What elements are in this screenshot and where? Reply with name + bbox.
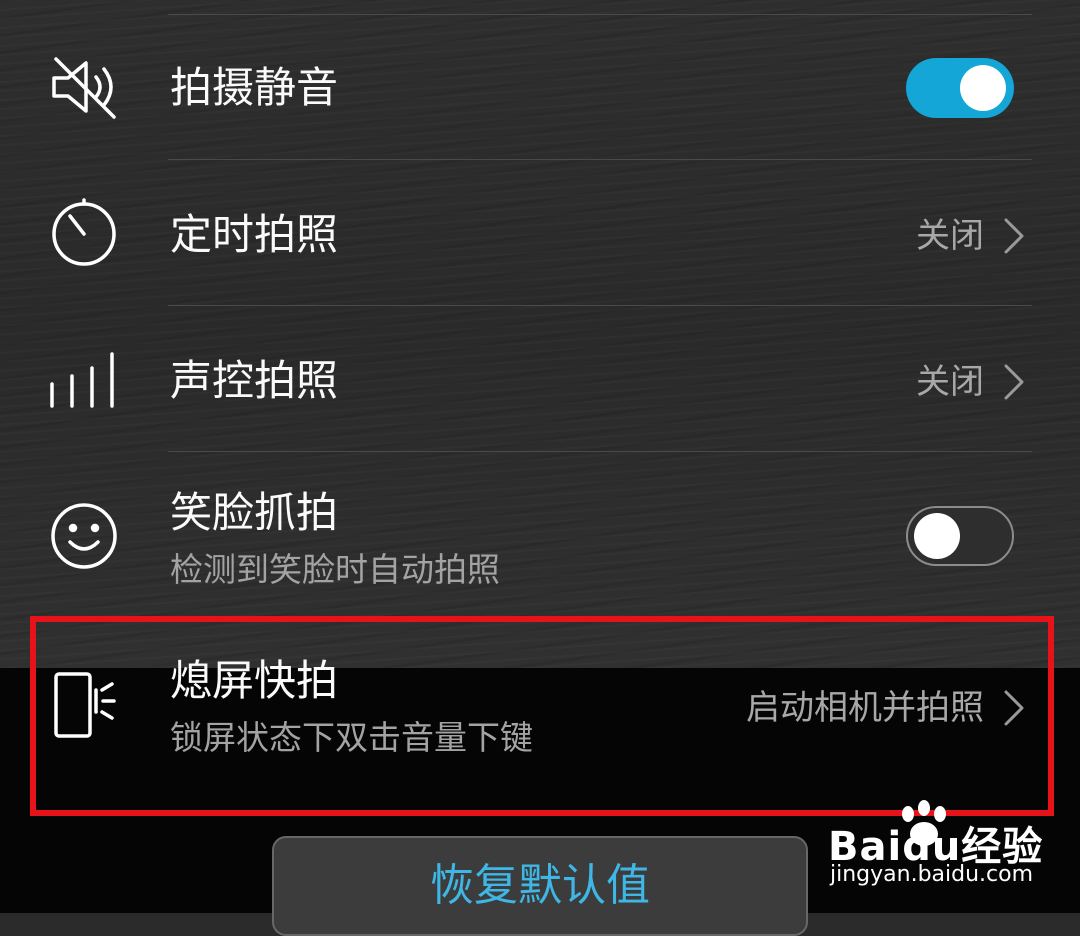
- setting-row-voice-control[interactable]: 声控拍照 关闭: [0, 306, 1080, 451]
- chevron-right-icon: [1000, 362, 1028, 402]
- setting-title: 拍摄静音: [170, 63, 339, 112]
- setting-value: 关闭: [916, 362, 984, 402]
- chevron-right-icon: [1000, 216, 1028, 256]
- timer-icon: [48, 196, 120, 268]
- toggle-knob: [960, 65, 1006, 111]
- shutter-mute-toggle[interactable]: [906, 58, 1014, 118]
- toggle-knob: [914, 513, 960, 559]
- setting-row-smile-capture[interactable]: 笑脸抓拍 检测到笑脸时自动拍照: [0, 452, 1080, 612]
- setting-title: 笑脸抓拍: [170, 488, 339, 537]
- setting-value: 关闭: [916, 216, 984, 256]
- audio-bars-icon: [48, 346, 120, 418]
- baidu-jingyan-watermark: Baidu经验 jingyan.baidu.com: [828, 800, 1048, 910]
- setting-subtitle: 检测到笑脸时自动拍照: [170, 550, 500, 589]
- watermark-url: jingyan.baidu.com: [830, 862, 1034, 887]
- highlight-box: [30, 616, 1054, 816]
- mute-speaker-icon: [48, 51, 120, 123]
- setting-row-timer[interactable]: 定时拍照 关闭: [0, 160, 1080, 305]
- setting-title: 定时拍照: [170, 210, 339, 259]
- reset-defaults-button[interactable]: 恢复默认值: [272, 836, 808, 936]
- smile-capture-toggle[interactable]: [906, 506, 1014, 566]
- smile-icon: [48, 500, 120, 572]
- setting-row-shutter-mute[interactable]: 拍摄静音: [0, 15, 1080, 159]
- setting-title: 声控拍照: [170, 356, 339, 405]
